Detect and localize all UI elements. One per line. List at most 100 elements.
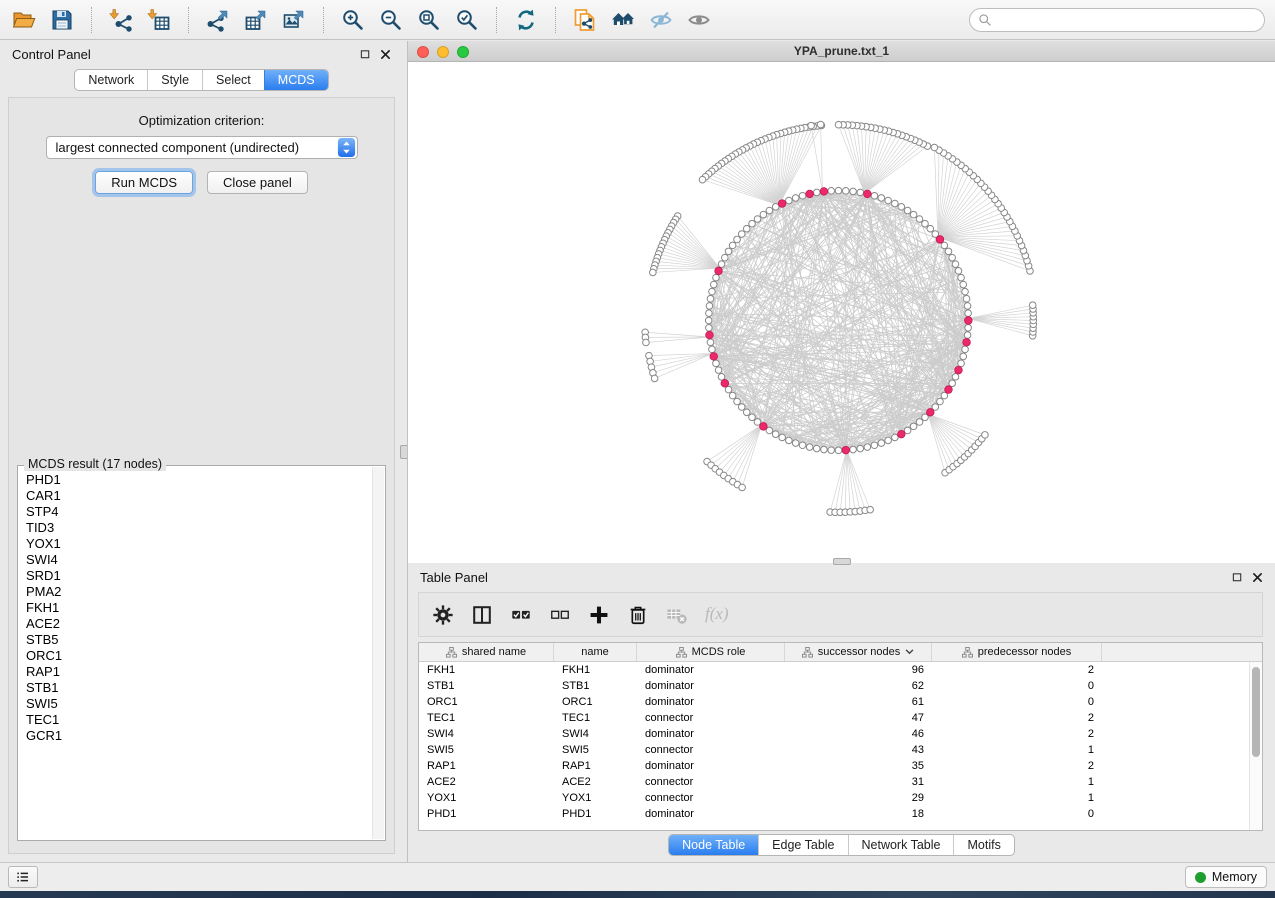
import-table-icon (147, 8, 171, 32)
table-cell: RAP1 (419, 758, 554, 774)
zoom-out-button[interactable] (373, 4, 409, 36)
mcds-result-item[interactable]: TID3 (26, 520, 369, 536)
mcds-result-list[interactable]: PHD1CAR1STP4TID3YOX1SWI4SRD1PMA2FKH1ACE2… (26, 472, 369, 836)
memory-button[interactable]: Memory (1185, 866, 1267, 888)
optimization-criterion-label: Optimization criterion: (9, 113, 394, 128)
mcds-result-item[interactable]: FKH1 (26, 600, 369, 616)
tab-motifs[interactable]: Motifs (953, 835, 1013, 855)
mcds-result-item[interactable]: STB1 (26, 680, 369, 696)
column-header-name[interactable]: name (554, 643, 637, 661)
table-row[interactable]: FKH1FKH1dominator962 (419, 662, 1262, 678)
save-session-icon (50, 8, 74, 32)
refresh-network-button[interactable] (508, 4, 544, 36)
sort-indicator-icon (905, 646, 914, 658)
table-row[interactable]: SWI5SWI5connector431 (419, 742, 1262, 758)
table-row[interactable]: ORC1ORC1dominator610 (419, 694, 1262, 710)
hide-selected-button[interactable] (643, 4, 679, 36)
table-cell: connector (637, 790, 785, 806)
select-all-button[interactable] (510, 604, 532, 626)
table-panel: Table Panel f(x) shared namenameMCDS rol… (407, 563, 1275, 862)
table-settings-button[interactable] (432, 604, 454, 626)
close-panel-icon[interactable] (380, 49, 391, 60)
mcds-result-item[interactable]: ORC1 (26, 648, 369, 664)
delete-columns-button[interactable] (627, 604, 649, 626)
zoom-in-button[interactable] (335, 4, 371, 36)
column-header-shared-name[interactable]: shared name (419, 643, 554, 661)
run-mcds-button[interactable]: Run MCDS (95, 171, 193, 194)
mcds-result-item[interactable]: SRD1 (26, 568, 369, 584)
import-table-button[interactable] (141, 4, 177, 36)
mcds-result-item[interactable]: STB5 (26, 632, 369, 648)
table-row[interactable]: PHD1PHD1dominator180 (419, 806, 1262, 822)
horizontal-splitter-handle[interactable] (833, 558, 851, 565)
column-header-successor-nodes[interactable]: successor nodes (785, 643, 932, 661)
tab-mcds[interactable]: MCDS (264, 70, 328, 90)
tab-style[interactable]: Style (147, 70, 202, 90)
deselect-all-button[interactable] (549, 604, 571, 626)
export-table-button[interactable] (238, 4, 274, 36)
save-session-button[interactable] (44, 4, 80, 36)
create-column-button[interactable] (588, 604, 610, 626)
duplicate-network-button[interactable] (567, 4, 603, 36)
table-scrollbar-thumb[interactable] (1252, 667, 1260, 757)
mcds-result-item[interactable]: SWI5 (26, 696, 369, 712)
hide-selected-icon (649, 8, 673, 32)
table-row[interactable]: TEC1TEC1connector472 (419, 710, 1262, 726)
show-all-button[interactable] (681, 4, 717, 36)
table-row[interactable]: RAP1RAP1dominator352 (419, 758, 1262, 774)
table-cell: 0 (932, 694, 1102, 710)
column-header-MCDS-role[interactable]: MCDS role (637, 643, 785, 661)
table-row[interactable]: SWI4SWI4dominator462 (419, 726, 1262, 742)
open-file-button[interactable] (6, 4, 42, 36)
tab-network-table[interactable]: Network Table (848, 835, 954, 855)
tab-node-table[interactable]: Node Table (669, 835, 758, 855)
mcds-result-item[interactable]: RAP1 (26, 664, 369, 680)
table-cell: 61 (785, 694, 932, 710)
mcds-result-item[interactable]: SWI4 (26, 552, 369, 568)
list-icon (15, 869, 31, 885)
mcds-result-item[interactable]: CAR1 (26, 488, 369, 504)
export-network-button[interactable] (200, 4, 236, 36)
table-row[interactable]: ACE2ACE2connector311 (419, 774, 1262, 790)
maximize-window-icon[interactable] (457, 46, 469, 58)
zoom-fit-button[interactable] (411, 4, 447, 36)
close-panel-icon[interactable] (1252, 572, 1263, 583)
zoom-selected-button[interactable] (449, 4, 485, 36)
table-cell: STB1 (554, 678, 637, 694)
first-neighbors-button[interactable] (605, 4, 641, 36)
tab-network[interactable]: Network (75, 70, 147, 90)
table-cell: TEC1 (554, 710, 637, 726)
table-settings-icon (432, 604, 454, 626)
mcds-result-item[interactable]: STP4 (26, 504, 369, 520)
show-columns-button[interactable] (471, 604, 493, 626)
mcds-result-item[interactable]: TEC1 (26, 712, 369, 728)
mcds-result-scrollbar[interactable] (372, 467, 384, 839)
search-box (969, 8, 1265, 32)
table-scrollbar[interactable] (1249, 662, 1262, 830)
search-input[interactable] (969, 8, 1265, 32)
mcds-result-item[interactable]: GCR1 (26, 728, 369, 744)
import-network-button[interactable] (103, 4, 139, 36)
tab-select[interactable]: Select (202, 70, 264, 90)
export-image-button[interactable] (276, 4, 312, 36)
table-cell: TEC1 (419, 710, 554, 726)
network-graph[interactable] (408, 62, 1275, 563)
mcds-result-item[interactable]: ACE2 (26, 616, 369, 632)
tab-edge-table[interactable]: Edge Table (758, 835, 847, 855)
close-panel-button[interactable]: Close panel (207, 171, 308, 194)
table-row[interactable]: STB1STB1dominator620 (419, 678, 1262, 694)
mcds-result-item[interactable]: YOX1 (26, 536, 369, 552)
network-canvas[interactable] (408, 62, 1275, 563)
show-panels-button[interactable] (8, 866, 38, 888)
float-panel-icon[interactable] (1232, 572, 1243, 583)
close-window-icon[interactable] (417, 46, 429, 58)
float-panel-icon[interactable] (360, 49, 371, 60)
mcds-result-item[interactable]: PMA2 (26, 584, 369, 600)
optimization-criterion-dropdown[interactable]: largest connected component (undirected) (46, 136, 358, 159)
network-window-titlebar[interactable]: YPA_prune.txt_1 (408, 41, 1275, 62)
table-cell: 1 (932, 774, 1102, 790)
mcds-result-item[interactable]: PHD1 (26, 472, 369, 488)
table-row[interactable]: YOX1YOX1connector291 (419, 790, 1262, 806)
column-header-predecessor-nodes[interactable]: predecessor nodes (932, 643, 1102, 661)
minimize-window-icon[interactable] (437, 46, 449, 58)
